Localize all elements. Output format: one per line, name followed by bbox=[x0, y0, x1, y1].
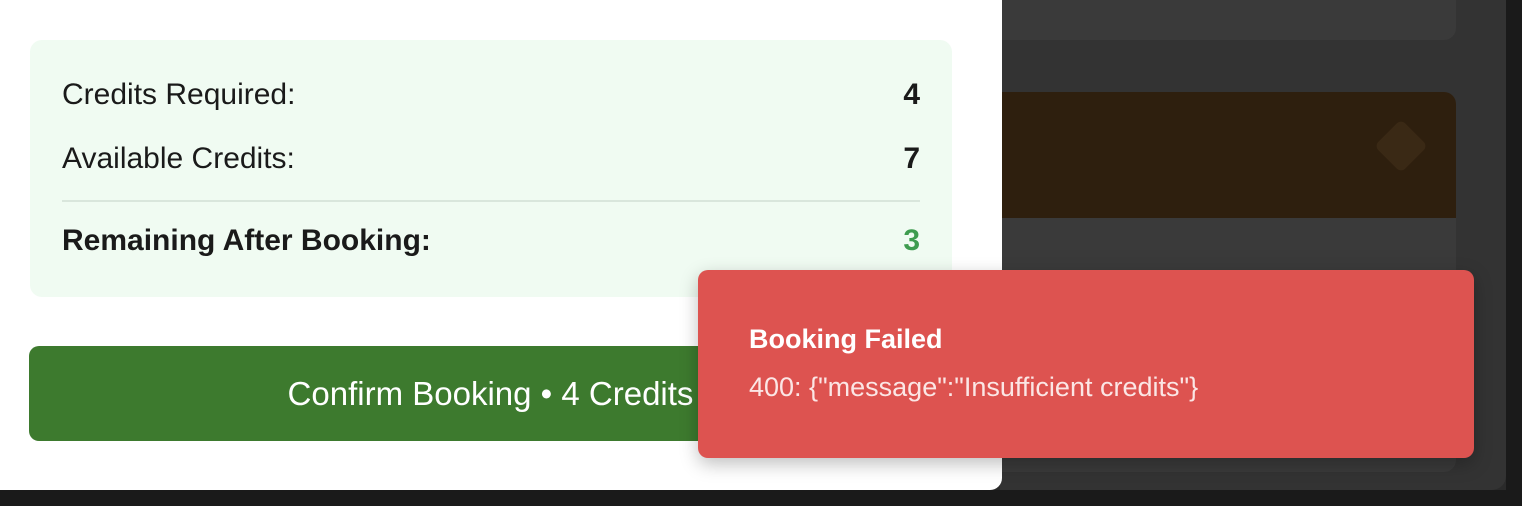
credits-required-row: Credits Required: 4 bbox=[62, 78, 920, 112]
background-card-top bbox=[970, 0, 1456, 40]
window-bottom-edge bbox=[0, 490, 1522, 506]
toast-message: 400: {"message":"Insufficient credits"} bbox=[749, 372, 1199, 402]
available-credits-row: Available Credits: 7 bbox=[62, 142, 920, 176]
remaining-label: Remaining After Booking: bbox=[62, 224, 431, 257]
remaining-row: Remaining After Booking: 3 bbox=[62, 224, 920, 258]
error-toast[interactable]: Booking Failed 400: {"message":"Insuffic… bbox=[698, 270, 1474, 458]
summary-divider bbox=[62, 200, 920, 202]
window-edge bbox=[1506, 0, 1522, 490]
background-card-header bbox=[970, 92, 1456, 218]
credits-required-value: 4 bbox=[903, 78, 920, 111]
credits-required-label: Credits Required: bbox=[62, 78, 296, 111]
credits-summary: Credits Required: 4 Available Credits: 7… bbox=[30, 40, 952, 297]
remaining-value: 3 bbox=[903, 224, 920, 257]
available-credits-value: 7 bbox=[903, 142, 920, 175]
confirm-booking-label: Confirm Booking • 4 Credits bbox=[287, 374, 694, 412]
diamond-icon bbox=[1374, 119, 1428, 173]
available-credits-label: Available Credits: bbox=[62, 142, 295, 175]
toast-title: Booking Failed bbox=[749, 324, 943, 354]
